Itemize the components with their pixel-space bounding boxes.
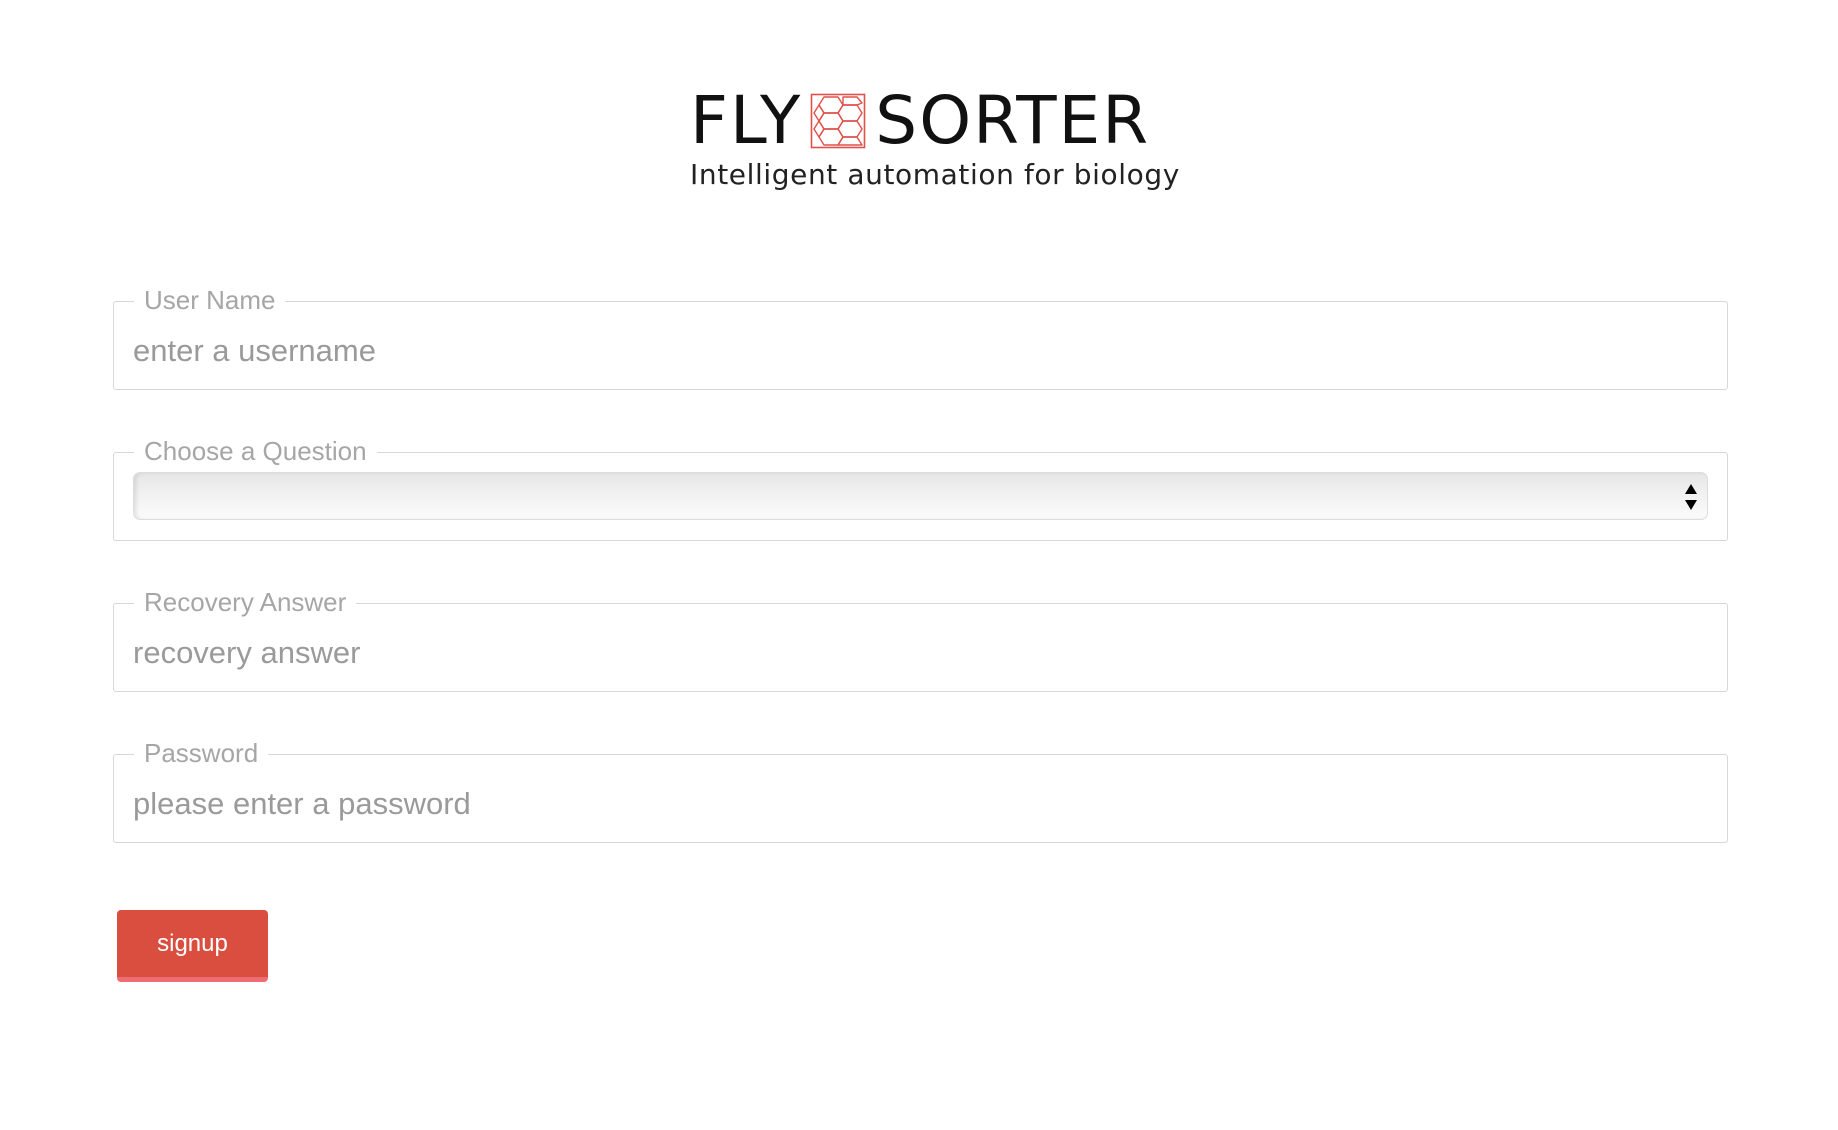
username-input[interactable] (133, 332, 1693, 370)
password-fieldset: Password (113, 737, 1728, 843)
logo-text-fly: FLY (690, 82, 803, 159)
question-label: Choose a Question (134, 435, 377, 467)
recovery-answer-fieldset: Recovery Answer (113, 586, 1728, 692)
honeycomb-cells-icon (810, 93, 866, 149)
select-arrows-icon (1685, 484, 1697, 510)
logo-wordmark: FLY SORTER (690, 88, 1150, 154)
username-label: User Name (134, 284, 286, 316)
password-input[interactable] (133, 785, 1693, 823)
question-fieldset: Choose a Question (113, 435, 1728, 541)
flysorter-logo: FLY SORTER Intelligent automation for bi… (690, 88, 1180, 200)
password-label: Password (134, 737, 269, 769)
question-select[interactable] (133, 472, 1708, 520)
recovery-answer-input[interactable] (133, 634, 1693, 672)
logo-text-sorter: SORTER (875, 82, 1151, 159)
recovery-answer-label: Recovery Answer (134, 586, 357, 618)
username-fieldset: User Name (113, 284, 1728, 390)
signup-button[interactable]: signup (117, 910, 268, 982)
logo-tagline: Intelligent automation for biology (690, 158, 1180, 191)
